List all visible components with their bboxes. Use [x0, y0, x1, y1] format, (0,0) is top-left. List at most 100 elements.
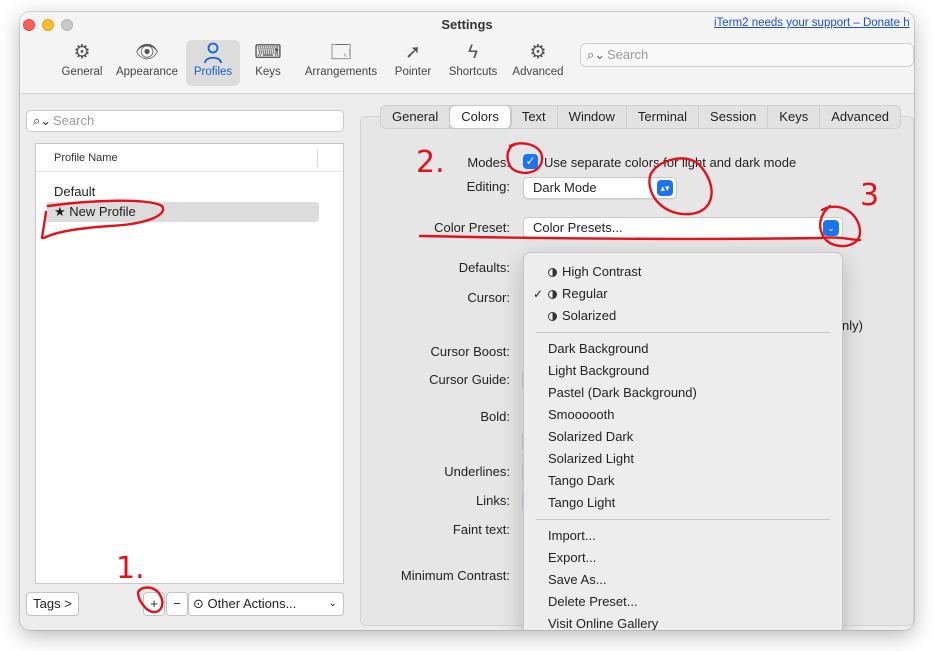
add-profile-button[interactable]: + [143, 592, 165, 616]
tab-keys[interactable]: Keys [768, 106, 821, 128]
links-label: Links: [476, 493, 510, 508]
toolbar-shortcuts-label: Shortcuts [448, 66, 498, 78]
menu-item-solarized[interactable]: Solarized [524, 305, 842, 327]
donate-link[interactable]: iTerm2 needs your support – Donate h [714, 17, 914, 29]
toolbar-profiles-label: Profiles [193, 66, 233, 78]
keyboard-icon: ⌨ [254, 42, 282, 63]
editing-mode-value: Dark Mode [533, 180, 597, 195]
bold-label: Bold: [480, 409, 510, 424]
menu-item-dark-background[interactable]: Dark Background [524, 338, 842, 360]
toolbar-general-label: General [61, 66, 103, 78]
gear-icon: ⚙ [73, 42, 91, 63]
person-icon [186, 40, 240, 66]
color-preset-popup[interactable]: Color Presets... ⌄ [523, 217, 843, 239]
tab-advanced[interactable]: Advanced [820, 106, 900, 128]
gears-icon: ⚙ [529, 42, 547, 63]
partial-option-text: nly) [842, 318, 863, 333]
profile-list[interactable]: Profile Name Default ★ New Profile [35, 143, 344, 584]
tags-button[interactable]: Tags > [26, 592, 79, 616]
profile-search-placeholder: Search [53, 113, 95, 128]
toolbar-search-placeholder: Search [607, 47, 649, 62]
menu-item-label: High Contrast [562, 264, 642, 279]
half-circle-icon [548, 312, 557, 321]
titlebar: Settings iTerm2 needs your support – Don… [20, 12, 914, 94]
toolbar-keys-label: Keys [255, 66, 281, 78]
cursor-label: Cursor: [467, 290, 510, 305]
toolbar-arrangements[interactable]: 🗔 Arrangements [300, 40, 382, 86]
profile-search-input[interactable]: ⌕⌄ Search [26, 110, 344, 132]
toolbar-advanced-label: Advanced [512, 66, 564, 78]
toolbar-search-input[interactable]: ⌕⌄ Search [580, 43, 914, 67]
menu-item-smooooth[interactable]: Smoooooth [524, 404, 842, 426]
toolbar-general[interactable]: ⚙ General [60, 40, 104, 86]
profile-row-default[interactable]: Default [46, 182, 319, 202]
toolbar-keys[interactable]: ⌨ Keys [248, 40, 288, 86]
toolbar-appearance[interactable]: 👁 Appearance [112, 40, 182, 86]
profile-tabs: General Colors Text Window Terminal Sess… [380, 105, 902, 129]
up-down-chevron-icon: ▴▾ [657, 180, 673, 196]
profile-row-new-profile[interactable]: ★ New Profile [46, 202, 319, 222]
menu-item-high-contrast[interactable]: High Contrast [524, 261, 842, 283]
color-preset-value: Color Presets... [533, 220, 623, 235]
underlines-label: Underlines: [444, 464, 510, 479]
other-actions-label: Other Actions... [207, 596, 297, 611]
menu-item-visit-online-gallery[interactable]: Visit Online Gallery [524, 613, 842, 630]
color-preset-label: Color Preset: [434, 220, 510, 235]
menu-item-save-as[interactable]: Save As... [524, 569, 842, 591]
tab-general[interactable]: General [381, 106, 451, 128]
eye-icon: 👁 [134, 42, 160, 63]
menu-item-label: Solarized [562, 308, 617, 323]
tab-window[interactable]: Window [558, 106, 627, 128]
other-actions-menu[interactable]: ⊙ Other Actions... ⌄ [188, 592, 344, 616]
modes-label: Modes: [467, 155, 510, 170]
defaults-label: Defaults: [458, 260, 510, 275]
toolbar-pointer-label: Pointer [394, 66, 432, 78]
search-icon: ⌕⌄ [33, 113, 52, 128]
cursor-arrow-icon: ➚ [405, 42, 421, 63]
menu-item-solarized-dark[interactable]: Solarized Dark [524, 426, 842, 448]
toolbar-shortcuts[interactable]: ϟ Shortcuts [444, 40, 502, 86]
remove-profile-button[interactable]: − [166, 592, 188, 616]
menu-item-tango-dark[interactable]: Tango Dark [524, 470, 842, 492]
menu-item-pastel[interactable]: Pastel (Dark Background) [524, 382, 842, 404]
half-circle-icon [548, 268, 557, 277]
toolbar-arrangements-label: Arrangements [304, 66, 378, 78]
toolbar-pointer[interactable]: ➚ Pointer [390, 40, 436, 86]
profile-list-header[interactable]: Profile Name [36, 144, 343, 172]
menu-item-regular[interactable]: ✓ Regular [524, 283, 842, 305]
menu-item-import[interactable]: Import... [524, 525, 842, 547]
search-icon: ⌕⌄ [587, 47, 606, 62]
menu-item-export[interactable]: Export... [524, 547, 842, 569]
cursor-boost-label: Cursor Boost: [430, 344, 510, 359]
menu-item-tango-light[interactable]: Tango Light [524, 492, 842, 514]
half-circle-icon [548, 290, 557, 299]
chevron-down-icon: ⌄ [328, 598, 337, 609]
separate-colors-label[interactable]: Use separate colors for light and dark m… [544, 155, 796, 170]
color-preset-menu: High Contrast ✓ Regular Solarized Dark Ba… [523, 252, 843, 630]
menu-item-solarized-light[interactable]: Solarized Light [524, 448, 842, 470]
menu-separator [536, 332, 830, 333]
separate-colors-checkbox[interactable]: ✓ [523, 154, 538, 169]
toolbar-appearance-label: Appearance [115, 66, 179, 78]
editing-mode-popup[interactable]: Dark Mode ▴▾ [523, 177, 677, 199]
faint-text-label: Faint text: [452, 522, 510, 537]
windows-icon: 🗔 [330, 42, 352, 63]
menu-item-light-background[interactable]: Light Background [524, 360, 842, 382]
cursor-guide-label: Cursor Guide: [429, 372, 510, 387]
toolbar-profiles[interactable]: Profiles [186, 40, 240, 86]
ellipsis-circle-icon: ⊙ [193, 596, 204, 611]
bolt-icon: ϟ [467, 42, 479, 63]
settings-window: Settings iTerm2 needs your support – Don… [20, 12, 914, 630]
tab-text[interactable]: Text [511, 106, 558, 128]
column-separator [317, 149, 318, 167]
tab-terminal[interactable]: Terminal [627, 106, 700, 128]
tab-colors[interactable]: Colors [450, 106, 511, 128]
column-header-profile-name: Profile Name [54, 152, 118, 164]
menu-item-delete-preset[interactable]: Delete Preset... [524, 591, 842, 613]
checkmark-icon: ✓ [533, 287, 544, 301]
tab-session[interactable]: Session [699, 106, 769, 128]
minimum-contrast-label: Minimum Contrast: [400, 568, 510, 583]
menu-item-label: Regular [562, 286, 608, 301]
toolbar-advanced[interactable]: ⚙ Advanced [508, 40, 568, 86]
menu-separator [536, 519, 830, 520]
